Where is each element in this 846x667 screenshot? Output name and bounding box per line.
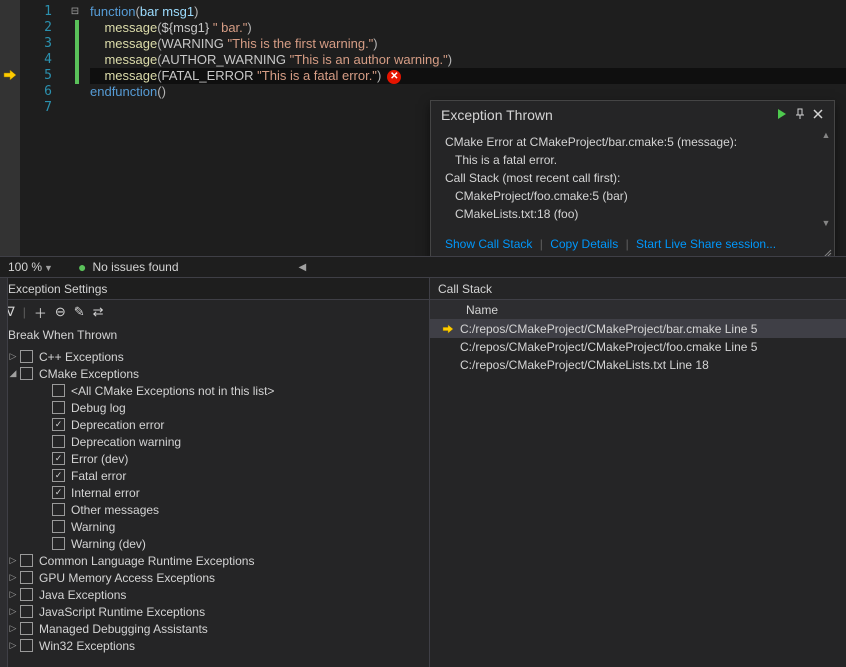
exception-label: <All CMake Exceptions not in this list> [71, 384, 274, 398]
exception-label: Error (dev) [71, 452, 128, 466]
checkbox[interactable] [20, 571, 33, 584]
checkbox[interactable] [52, 520, 65, 533]
exception-label: GPU Memory Access Exceptions [39, 571, 215, 585]
exception-label: Debug log [71, 401, 126, 415]
exception-settings-title: Exception Settings [0, 278, 429, 300]
line-number-gutter: 1234567 [20, 0, 60, 256]
exception-label: Warning (dev) [71, 537, 146, 551]
exception-popup: Exception Thrown CMake Error at CMakePro… [430, 100, 835, 256]
call-stack-title: Call Stack [430, 278, 846, 300]
checkbox[interactable]: ✓ [52, 418, 65, 431]
exception-label: C++ Exceptions [39, 350, 124, 364]
exception-item[interactable]: <All CMake Exceptions not in this list> [0, 382, 429, 399]
current-line-arrow-icon [3, 69, 17, 83]
exception-label: JavaScript Runtime Exceptions [39, 605, 205, 619]
exception-item[interactable]: ▷JavaScript Runtime Exceptions [0, 603, 429, 620]
exception-item[interactable]: ▷C++ Exceptions [0, 348, 429, 365]
exception-item[interactable]: Warning [0, 518, 429, 535]
code-editor[interactable]: 1234567 ⊟ function(bar msg1) message(${m… [0, 0, 846, 256]
stack-frame[interactable]: C:/repos/CMakeProject/CMakeProject/foo.c… [430, 338, 846, 356]
break-when-thrown-header: Break When Thrown [0, 324, 429, 346]
exception-item[interactable]: ▷Win32 Exceptions [0, 637, 429, 654]
exception-item[interactable]: ◢CMake Exceptions [0, 365, 429, 382]
exception-item[interactable]: ✓ Error (dev) [0, 450, 429, 467]
exception-label: Internal error [71, 486, 140, 500]
exception-settings-toolbar: ∇ | ＋ ⊖ ✎ ⇄ [0, 300, 429, 324]
exception-item[interactable]: Deprecation warning [0, 433, 429, 450]
exception-label: Warning [71, 520, 115, 534]
popup-scrollbar[interactable]: ▲ ▼ [820, 129, 832, 229]
exception-label: Other messages [71, 503, 159, 517]
show-call-stack-link[interactable]: Show Call Stack [445, 237, 532, 251]
checkbox[interactable] [20, 554, 33, 567]
exception-label: Win32 Exceptions [39, 639, 135, 653]
vertical-splitter[interactable] [0, 278, 8, 667]
checkbox[interactable] [20, 350, 33, 363]
edit-icon[interactable]: ✎ [74, 304, 85, 320]
issues-status: No issues found [92, 260, 178, 274]
checkbox[interactable] [20, 605, 33, 618]
checkbox[interactable]: ✓ [52, 469, 65, 482]
checkbox[interactable]: ✓ [52, 486, 65, 499]
stack-frame[interactable]: C:/repos/CMakeProject/CMakeProject/bar.c… [430, 320, 846, 338]
exception-item[interactable]: ▷GPU Memory Access Exceptions [0, 569, 429, 586]
checkbox[interactable] [52, 503, 65, 516]
exception-item[interactable]: ✓ Internal error [0, 484, 429, 501]
error-icon: ✕ [387, 70, 401, 84]
call-stack-panel: Call Stack Name C:/repos/CMakeProject/CM… [430, 278, 846, 667]
checkbox[interactable] [20, 588, 33, 601]
exception-tree[interactable]: ▷C++ Exceptions◢CMake Exceptions <All CMa… [0, 346, 429, 667]
exception-label: Fatal error [71, 469, 126, 483]
popup-message: CMake Error at CMakeProject/bar.cmake:5 … [445, 133, 820, 223]
check-icon: ● [78, 259, 86, 275]
close-icon[interactable] [812, 108, 824, 123]
exception-item[interactable]: Warning (dev) [0, 535, 429, 552]
call-stack-column-header[interactable]: Name [430, 300, 846, 320]
exception-item[interactable]: ▷Managed Debugging Assistants [0, 620, 429, 637]
exception-settings-panel: Exception Settings ∇ | ＋ ⊖ ✎ ⇄ Break Whe… [0, 278, 430, 667]
resize-grip-icon[interactable] [820, 247, 832, 256]
exception-label: CMake Exceptions [39, 367, 139, 381]
remove-icon[interactable]: ⊖ [55, 304, 66, 320]
restore-icon[interactable]: ⇄ [93, 304, 104, 320]
popup-title: Exception Thrown [441, 107, 770, 123]
checkbox[interactable] [20, 367, 33, 380]
breakpoint-gutter[interactable] [0, 0, 20, 256]
checkbox[interactable] [20, 622, 33, 635]
stack-frame-text: C:/repos/CMakeProject/CMakeProject/bar.c… [460, 322, 757, 336]
stack-frame-text: C:/repos/CMakeProject/CMakeLists.txt Lin… [460, 358, 709, 372]
exception-item[interactable]: Debug log [0, 399, 429, 416]
stack-frame[interactable]: C:/repos/CMakeProject/CMakeLists.txt Lin… [430, 356, 846, 374]
copy-details-link[interactable]: Copy Details [550, 237, 618, 251]
exception-label: Deprecation warning [71, 435, 181, 449]
checkbox[interactable] [52, 401, 65, 414]
checkbox[interactable] [52, 537, 65, 550]
exception-label: Common Language Runtime Exceptions [39, 554, 254, 568]
exception-label: Deprecation error [71, 418, 164, 432]
editor-status-bar: 100 %▼ ● No issues found ◀ [0, 256, 846, 278]
current-frame-icon [436, 324, 460, 334]
checkbox[interactable]: ✓ [52, 452, 65, 465]
exception-label: Managed Debugging Assistants [39, 622, 208, 636]
exception-item[interactable]: ✓ Fatal error [0, 467, 429, 484]
exception-item[interactable]: ✓ Deprecation error [0, 416, 429, 433]
exception-item[interactable]: Other messages [0, 501, 429, 518]
pin-icon[interactable] [794, 108, 806, 123]
add-icon[interactable]: ＋ [34, 303, 47, 322]
exception-item[interactable]: ▷Common Language Runtime Exceptions [0, 552, 429, 569]
zoom-level[interactable]: 100 %▼ [8, 260, 78, 274]
popup-links: Show Call Stack | Copy Details | Start L… [431, 229, 834, 256]
checkbox[interactable] [52, 435, 65, 448]
start-live-share-link[interactable]: Start Live Share session... [636, 237, 776, 251]
call-stack-list[interactable]: C:/repos/CMakeProject/CMakeProject/bar.c… [430, 320, 846, 667]
exception-label: Java Exceptions [39, 588, 126, 602]
nav-left-icon[interactable]: ◀ [299, 262, 307, 273]
exception-item[interactable]: ▷Java Exceptions [0, 586, 429, 603]
stack-frame-text: C:/repos/CMakeProject/CMakeProject/foo.c… [460, 340, 757, 354]
checkbox[interactable] [52, 384, 65, 397]
continue-icon[interactable] [776, 108, 788, 123]
checkbox[interactable] [20, 639, 33, 652]
